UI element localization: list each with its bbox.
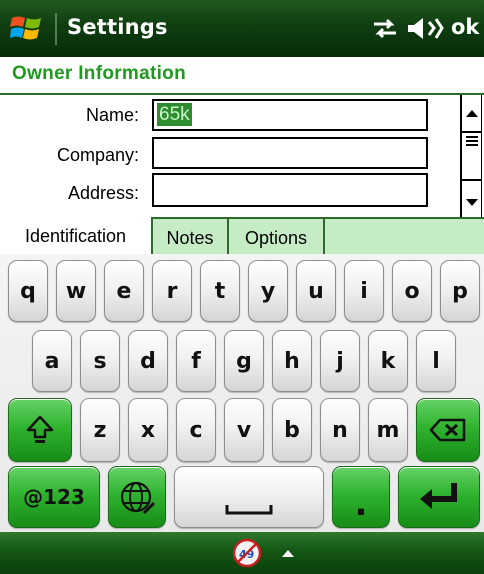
globe-key[interactable] [108, 466, 166, 528]
key-c[interactable]: c [176, 398, 216, 462]
address-field[interactable] [152, 173, 428, 207]
input-panel-icon[interactable]: 49 [232, 538, 262, 568]
space-icon [225, 505, 273, 515]
key-b[interactable]: b [272, 398, 312, 462]
key-e[interactable]: e [104, 260, 144, 322]
ok-button[interactable]: ok [451, 15, 479, 39]
key-l[interactable]: l [416, 330, 456, 392]
tab-options[interactable]: Options [229, 217, 325, 254]
period-label: . [354, 484, 368, 524]
backspace-icon [429, 418, 466, 442]
key-j[interactable]: j [320, 330, 360, 392]
connectivity-icon[interactable] [371, 16, 399, 40]
key-s[interactable]: s [80, 330, 120, 392]
key-y[interactable]: y [248, 260, 288, 322]
tab-identification[interactable]: Identification [0, 217, 153, 254]
title-bar: Settings ok [0, 0, 484, 57]
volume-icon[interactable] [406, 15, 444, 42]
key-w[interactable]: w [56, 260, 96, 322]
key-n[interactable]: n [320, 398, 360, 462]
scroll-down-button[interactable] [462, 179, 482, 217]
key-x[interactable]: x [128, 398, 168, 462]
key-r[interactable]: r [152, 260, 192, 322]
windows-start-icon[interactable] [10, 12, 44, 44]
key-p[interactable]: p [440, 260, 480, 322]
shift-icon [26, 415, 54, 443]
enter-key[interactable] [398, 466, 480, 528]
key-k[interactable]: k [368, 330, 408, 392]
name-value: 65k [157, 103, 192, 126]
shift-key[interactable] [8, 398, 72, 462]
address-label: Address: [67, 183, 139, 203]
chevron-up-icon[interactable] [281, 548, 295, 558]
scroll-thumb[interactable] [462, 133, 482, 149]
arrow-up-icon [466, 110, 478, 117]
name-field[interactable]: 65k [152, 99, 428, 131]
scroll-up-button[interactable] [462, 95, 482, 133]
enter-icon [420, 483, 457, 509]
backspace-key[interactable] [416, 398, 480, 462]
key-d[interactable]: d [128, 330, 168, 392]
space-key[interactable] [174, 466, 324, 528]
company-label: Company: [56, 145, 139, 165]
key-g[interactable]: g [224, 330, 264, 392]
arrow-down-icon [466, 199, 478, 206]
bottom-bar: 49 [0, 532, 484, 574]
key-z[interactable]: z [80, 398, 120, 462]
key-u[interactable]: u [296, 260, 336, 322]
name-label: Name: [85, 105, 139, 125]
key-f[interactable]: f [176, 330, 216, 392]
symbols-key[interactable]: @123 [8, 466, 100, 528]
key-q[interactable]: q [8, 260, 48, 322]
company-field[interactable] [152, 137, 428, 169]
thumb-grip-icon [466, 136, 478, 146]
key-o[interactable]: o [392, 260, 432, 322]
page-title: Settings [67, 15, 168, 39]
key-h[interactable]: h [272, 330, 312, 392]
section-header: Owner Information [0, 57, 484, 93]
vertical-scrollbar[interactable] [460, 95, 482, 217]
soft-keyboard: q w e r t y u i o p a s d f g h j k l z … [0, 254, 484, 532]
key-m[interactable]: m [368, 398, 408, 462]
tab-notes[interactable]: Notes [153, 217, 229, 254]
key-i[interactable]: i [344, 260, 384, 322]
owner-form: Name: 65k Company: Address: [0, 95, 484, 217]
tab-strip: Identification Notes Options [0, 217, 484, 254]
key-t[interactable]: t [200, 260, 240, 322]
section-title: Owner Information [12, 63, 186, 84]
period-key[interactable]: . [332, 466, 390, 528]
key-v[interactable]: v [224, 398, 264, 462]
globe-icon [120, 481, 156, 515]
title-separator [55, 13, 57, 45]
key-a[interactable]: a [32, 330, 72, 392]
